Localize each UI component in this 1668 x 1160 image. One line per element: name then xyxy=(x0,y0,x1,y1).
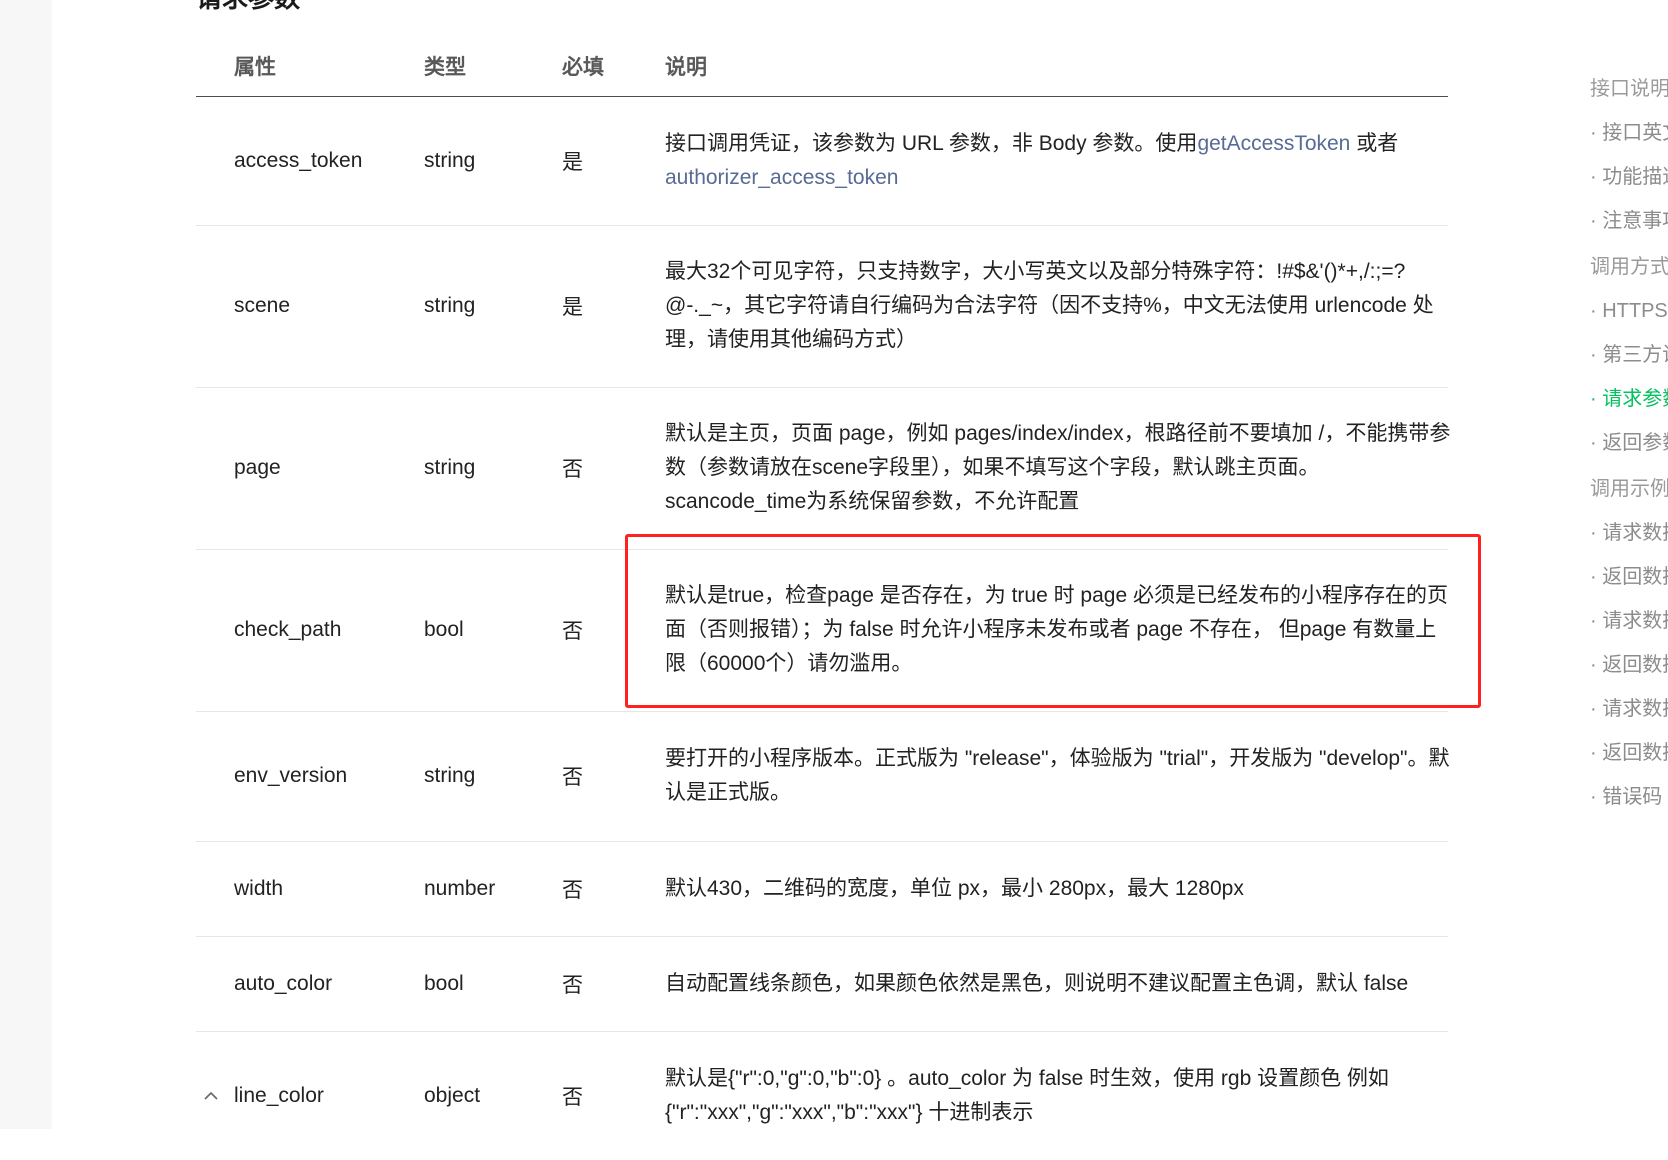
highlight-annotation-box xyxy=(625,534,1481,708)
desc-text: 或者 xyxy=(1350,132,1399,155)
param-type: string xyxy=(424,764,476,787)
table-header: 属性 类型 必填 说明 xyxy=(196,0,1448,97)
toc-item[interactable]: · 第三方调用 xyxy=(1590,338,1668,367)
toc-item[interactable]: · 请求数据示例 xyxy=(1590,516,1668,545)
param-desc: 默认是主页，页面 page，例如 pages/index/index，根路径前不… xyxy=(665,422,1451,513)
toc-item[interactable]: · 注意事项 xyxy=(1590,204,1668,233)
param-desc: 默认430，二维码的宽度，单位 px，最小 280px，最大 1280px xyxy=(665,877,1244,900)
param-type: string xyxy=(424,456,476,479)
toc-item[interactable]: · 请求数据示例 xyxy=(1590,604,1668,633)
table-row: line_color object 否 默认是{"r":0,"g":0,"b":… xyxy=(196,1032,1448,1160)
table-row: access_token string 是 接口调用凭证，该参数为 URL 参数… xyxy=(196,97,1448,226)
param-type: object xyxy=(424,1084,481,1107)
toc-item[interactable]: · 返回数据示例 xyxy=(1590,648,1668,677)
toc-item[interactable]: 接口说明 xyxy=(1590,72,1668,101)
toc-item[interactable]: · 请求数据示例 xyxy=(1590,692,1668,721)
param-name: env_version xyxy=(234,764,348,787)
toc-item[interactable]: 调用示例 xyxy=(1590,472,1668,501)
param-desc: 自动配置线条颜色，如果颜色依然是黑色，则说明不建议配置主色调，默认 false xyxy=(665,972,1409,995)
header-name: 属性 xyxy=(234,56,276,79)
param-required: 否 xyxy=(562,1086,583,1109)
param-name: line_color xyxy=(234,1084,324,1107)
toc-item[interactable]: · 返回数据示例 xyxy=(1590,736,1668,765)
param-required: 是 xyxy=(562,151,583,174)
param-name: scene xyxy=(234,294,291,317)
param-type: string xyxy=(424,149,476,172)
param-type: bool xyxy=(424,618,464,641)
param-type: bool xyxy=(424,972,464,995)
param-required: 是 xyxy=(562,296,583,319)
authorizer-access-token-link[interactable]: authorizer_access_token xyxy=(665,166,898,189)
param-required: 否 xyxy=(562,879,583,902)
param-name: auto_color xyxy=(234,972,333,995)
table-row: scene string 是 最大32个可见字符，只支持数字，大小写英文以及部分… xyxy=(196,226,1448,388)
toc-item[interactable]: · 接口英文名 xyxy=(1590,116,1668,145)
header-desc: 说明 xyxy=(665,56,707,79)
chevron-up-icon[interactable] xyxy=(202,1087,220,1105)
param-desc: 最大32个可见字符，只支持数字，大小写英文以及部分特殊字符：!#$&'()*+,… xyxy=(665,260,1434,351)
toc-item[interactable]: · 错误码 xyxy=(1590,780,1662,809)
toc-item[interactable]: 调用方式 xyxy=(1590,250,1668,279)
param-required: 否 xyxy=(562,974,583,997)
param-required: 否 xyxy=(562,620,583,643)
table-row: env_version string 否 要打开的小程序版本。正式版为 "rel… xyxy=(196,712,1450,842)
param-name: width xyxy=(234,877,284,900)
header-type: 类型 xyxy=(424,56,466,79)
header-required: 必填 xyxy=(562,56,604,79)
desc-text: 接口调用凭证，该参数为 URL 参数，非 Body 参数。使用 xyxy=(665,132,1198,155)
table-row: width number 否 默认430，二维码的宽度，单位 px，最小 280… xyxy=(196,842,1448,937)
param-required: 否 xyxy=(562,458,583,481)
toc-item[interactable]: · 功能描述 xyxy=(1590,160,1668,189)
param-desc: 要打开的小程序版本。正式版为 "release"，体验版为 "trial"，开发… xyxy=(665,747,1450,804)
toc-item[interactable]: · HTTPS 调用 xyxy=(1590,294,1668,323)
left-gutter xyxy=(0,0,52,1129)
param-desc: 默认是{"r":0,"g":0,"b":0} 。auto_color 为 fal… xyxy=(665,1067,1389,1124)
param-desc: 接口调用凭证，该参数为 URL 参数，非 Body 参数。使用getAccess… xyxy=(665,127,1455,195)
param-name: access_token xyxy=(234,149,363,172)
get-access-token-link[interactable]: getAccessToken xyxy=(1197,132,1350,155)
param-type: number xyxy=(424,877,496,900)
toc-item-active[interactable]: · 请求参数 xyxy=(1590,382,1668,411)
param-required: 否 xyxy=(562,766,583,789)
toc-item[interactable]: · 返回数据示例 xyxy=(1590,560,1668,589)
table-row: page string 否 默认是主页，页面 page，例如 pages/ind… xyxy=(196,388,1450,550)
toc-item[interactable]: · 返回参数 xyxy=(1590,426,1668,455)
param-type: string xyxy=(424,294,476,317)
param-name: page xyxy=(234,456,281,479)
param-name: check_path xyxy=(234,618,342,641)
table-row: auto_color bool 否 自动配置线条颜色，如果颜色依然是黑色，则说明… xyxy=(196,937,1448,1032)
